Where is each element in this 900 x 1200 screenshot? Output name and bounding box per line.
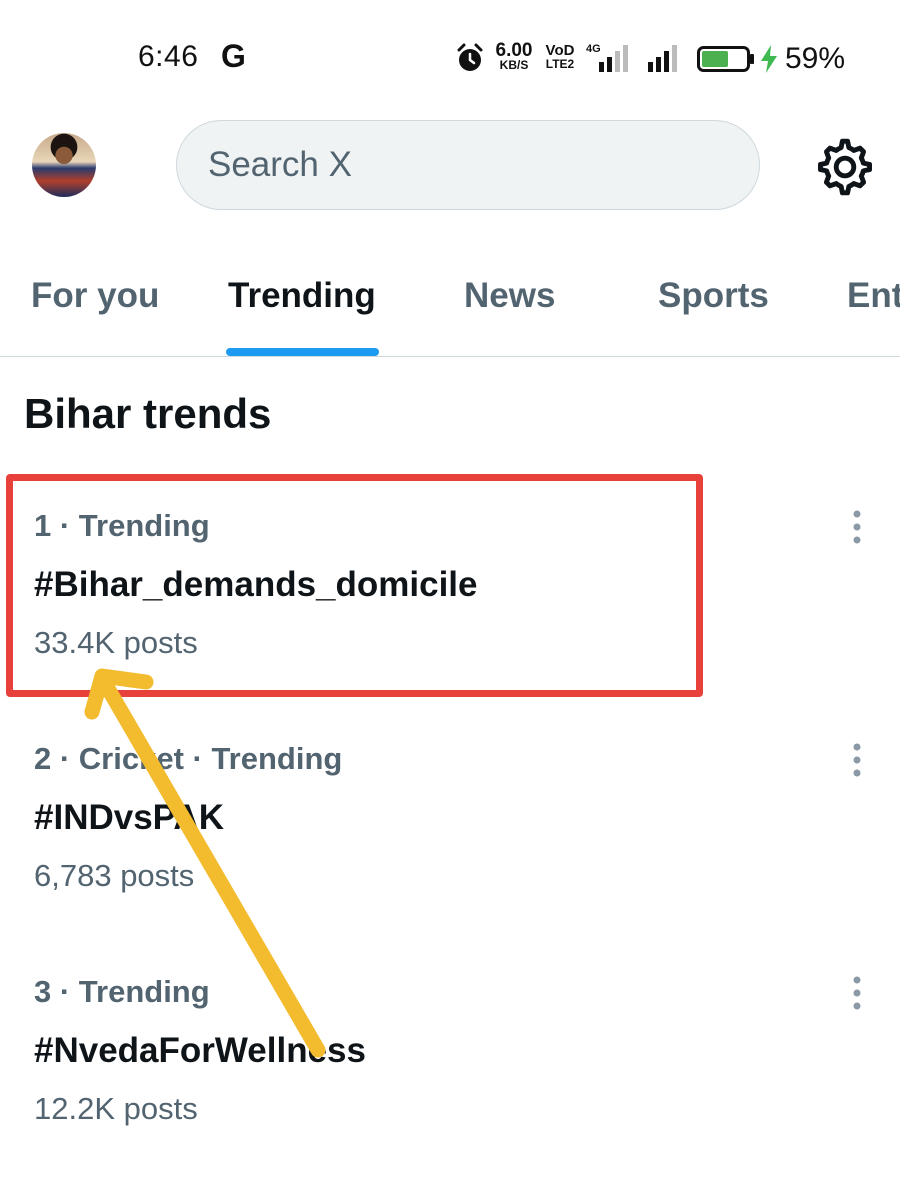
search-input[interactable] [208,145,708,185]
tab-sports[interactable]: Sports [658,276,769,316]
status-time: 6:46 [138,40,199,73]
more-options-icon[interactable] [846,508,868,548]
alarm-icon [457,43,483,71]
status-bar: 6:46 G 6.00 KB/S VoD LTE2 4G 59% [0,0,900,110]
settings-gear-icon[interactable] [814,136,876,198]
charging-icon [761,45,777,73]
network-speed-value: 6.00 [495,40,533,61]
trend-hashtag[interactable]: #Bihar_demands_domicile [34,565,478,605]
trend-item[interactable]: 3 · Trending #NvedaForWellness 12.2K pos… [0,974,900,1174]
trend-meta: 3 · Trending [34,974,210,1009]
trend-hashtag[interactable]: #INDvsPAK [34,798,224,838]
tab-news[interactable]: News [464,276,555,316]
search-bar[interactable] [176,120,760,210]
volte-bottom-label: LTE2 [545,57,575,71]
twitter-explore-screen: 6:46 G 6.00 KB/S VoD LTE2 4G 59% Search … [0,0,900,1200]
trend-post-count: 6,783 posts [34,858,195,893]
tab-for-you[interactable]: For you [31,276,159,316]
trend-item[interactable]: 2 · Cricket · Trending #INDvsPAK 6,783 p… [0,741,900,941]
tab-entertainment[interactable]: Ent [847,276,900,316]
tabs-divider [0,356,900,357]
trend-meta: 1 · Trending [34,508,210,543]
volte-indicator: VoD LTE2 [542,42,578,71]
explore-tabs: For you Trending News Sports Ent [0,256,900,356]
active-tab-indicator [226,348,379,356]
battery-icon [697,46,754,72]
trend-item[interactable]: 1 · Trending #Bihar_demands_domicile 33.… [0,508,900,708]
signal-icon-sim2 [648,45,677,72]
trend-meta: 2 · Cricket · Trending [34,741,343,776]
trend-post-count: 33.4K posts [34,625,198,660]
google-icon: G [221,38,246,74]
section-title: Bihar trends [24,390,272,437]
tab-trending[interactable]: Trending [228,276,376,316]
more-options-icon[interactable] [846,974,868,1014]
more-options-icon[interactable] [846,741,868,781]
battery-percent: 59% [785,42,846,75]
network-type-label: 4G [586,43,601,55]
volte-top-label: VoD [545,42,575,59]
signal-icon: 4G [586,43,628,72]
trend-post-count: 12.2K posts [34,1091,198,1126]
network-speed: 6.00 KB/S [492,40,536,72]
profile-avatar[interactable] [32,133,96,197]
trend-hashtag[interactable]: #NvedaForWellness [34,1031,366,1071]
